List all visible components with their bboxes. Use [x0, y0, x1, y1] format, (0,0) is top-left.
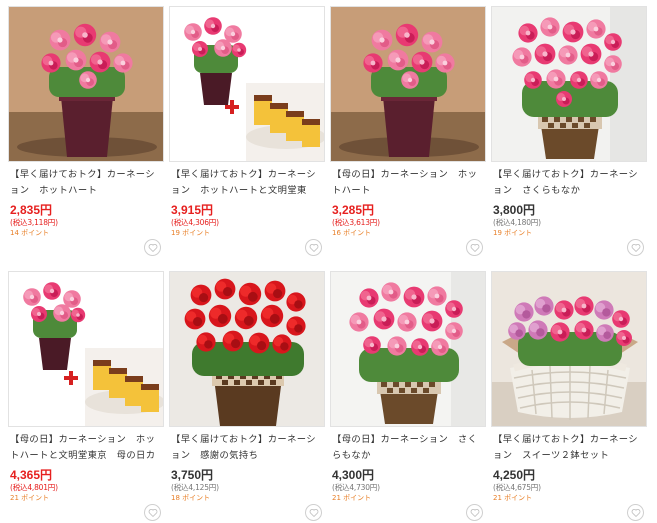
- product-title[interactable]: 【早く届けておトク】カーネーション スイーツ２鉢セット: [493, 432, 647, 463]
- favorite-button[interactable]: [305, 504, 322, 521]
- product-card[interactable]: 【早く届けておトク】カーネーション スイーツ２鉢セット 4,250円 (税込4,…: [491, 271, 647, 523]
- product-card[interactable]: 【早く届けておトク】カーネーション ホットハートと文明堂東京 … 3,915円 …: [169, 6, 325, 258]
- heart-icon: [148, 243, 158, 253]
- product-grid: 【早く届けておトク】カーネーション ホットハート 2,835円 (税込3,118…: [0, 0, 657, 523]
- product-image[interactable]: [491, 271, 647, 427]
- product-price: 4,300円: [332, 468, 375, 482]
- product-image[interactable]: [8, 6, 164, 162]
- product-price-tax-included: (税込3,118円): [10, 218, 58, 227]
- product-price: 3,750円: [171, 468, 214, 482]
- product-card[interactable]: 【早く届けておトク】カーネーション ホットハート 2,835円 (税込3,118…: [8, 6, 164, 258]
- favorite-button[interactable]: [144, 239, 161, 256]
- product-points: 14 ポイント: [10, 229, 50, 237]
- product-title[interactable]: 【早く届けておトク】カーネーション ホットハートと文明堂東京 …: [171, 167, 325, 198]
- favorite-button[interactable]: [466, 239, 483, 256]
- product-price-tax-included: (税込3,613円): [332, 218, 380, 227]
- heart-icon: [631, 243, 641, 253]
- favorite-button[interactable]: [627, 504, 644, 521]
- favorite-button[interactable]: [627, 239, 644, 256]
- product-card[interactable]: 【母の日】カーネーション ホットハート 3,285円 (税込3,613円) 16…: [330, 6, 486, 258]
- product-image[interactable]: [169, 6, 325, 162]
- product-price: 3,285円: [332, 203, 375, 217]
- product-card[interactable]: 【早く届けておトク】カーネーション さくらもなか 3,800円 (税込4,180…: [491, 6, 647, 258]
- product-price-tax-included: (税込4,675円): [493, 483, 541, 492]
- product-points: 19 ポイント: [493, 229, 533, 237]
- product-image[interactable]: [8, 271, 164, 427]
- product-points: 21 ポイント: [332, 494, 372, 502]
- product-price: 3,915円: [171, 203, 214, 217]
- product-price: 4,250円: [493, 468, 536, 482]
- product-card[interactable]: 【母の日】カーネーション ホットハートと文明堂東京 母の日カス… 4,365円 …: [8, 271, 164, 523]
- product-points: 21 ポイント: [493, 494, 533, 502]
- heart-icon: [470, 243, 480, 253]
- product-price-tax-included: (税込4,801円): [10, 483, 58, 492]
- heart-icon: [309, 243, 319, 253]
- product-title[interactable]: 【母の日】カーネーション さくらもなか: [332, 432, 486, 463]
- product-points: 18 ポイント: [171, 494, 211, 502]
- product-points: 16 ポイント: [332, 229, 372, 237]
- product-price: 3,800円: [493, 203, 536, 217]
- product-card[interactable]: 【母の日】カーネーション さくらもなか 4,300円 (税込4,730円) 21…: [330, 271, 486, 523]
- product-points: 19 ポイント: [171, 229, 211, 237]
- favorite-button[interactable]: [305, 239, 322, 256]
- product-title[interactable]: 【母の日】カーネーション ホットハート: [332, 167, 486, 198]
- heart-icon: [470, 508, 480, 518]
- product-title[interactable]: 【早く届けておトク】カーネーション 感謝の気持ち: [171, 432, 325, 463]
- favorite-button[interactable]: [466, 504, 483, 521]
- product-title[interactable]: 【母の日】カーネーション ホットハートと文明堂東京 母の日カス…: [10, 432, 164, 463]
- product-price: 4,365円: [10, 468, 53, 482]
- product-title[interactable]: 【早く届けておトク】カーネーション さくらもなか: [493, 167, 647, 198]
- product-card[interactable]: 【早く届けておトク】カーネーション 感謝の気持ち 3,750円 (税込4,125…: [169, 271, 325, 523]
- product-price-tax-included: (税込4,125円): [171, 483, 219, 492]
- favorite-button[interactable]: [144, 504, 161, 521]
- heart-icon: [309, 508, 319, 518]
- product-image[interactable]: [169, 271, 325, 427]
- product-price-tax-included: (税込4,180円): [493, 218, 541, 227]
- product-image[interactable]: [330, 6, 486, 162]
- product-price-tax-included: (税込4,730円): [332, 483, 380, 492]
- product-title[interactable]: 【早く届けておトク】カーネーション ホットハート: [10, 167, 164, 198]
- heart-icon: [631, 508, 641, 518]
- product-image[interactable]: [491, 6, 647, 162]
- product-image[interactable]: [330, 271, 486, 427]
- product-points: 21 ポイント: [10, 494, 50, 502]
- product-price-tax-included: (税込4,306円): [171, 218, 219, 227]
- heart-icon: [148, 508, 158, 518]
- product-price: 2,835円: [10, 203, 53, 217]
